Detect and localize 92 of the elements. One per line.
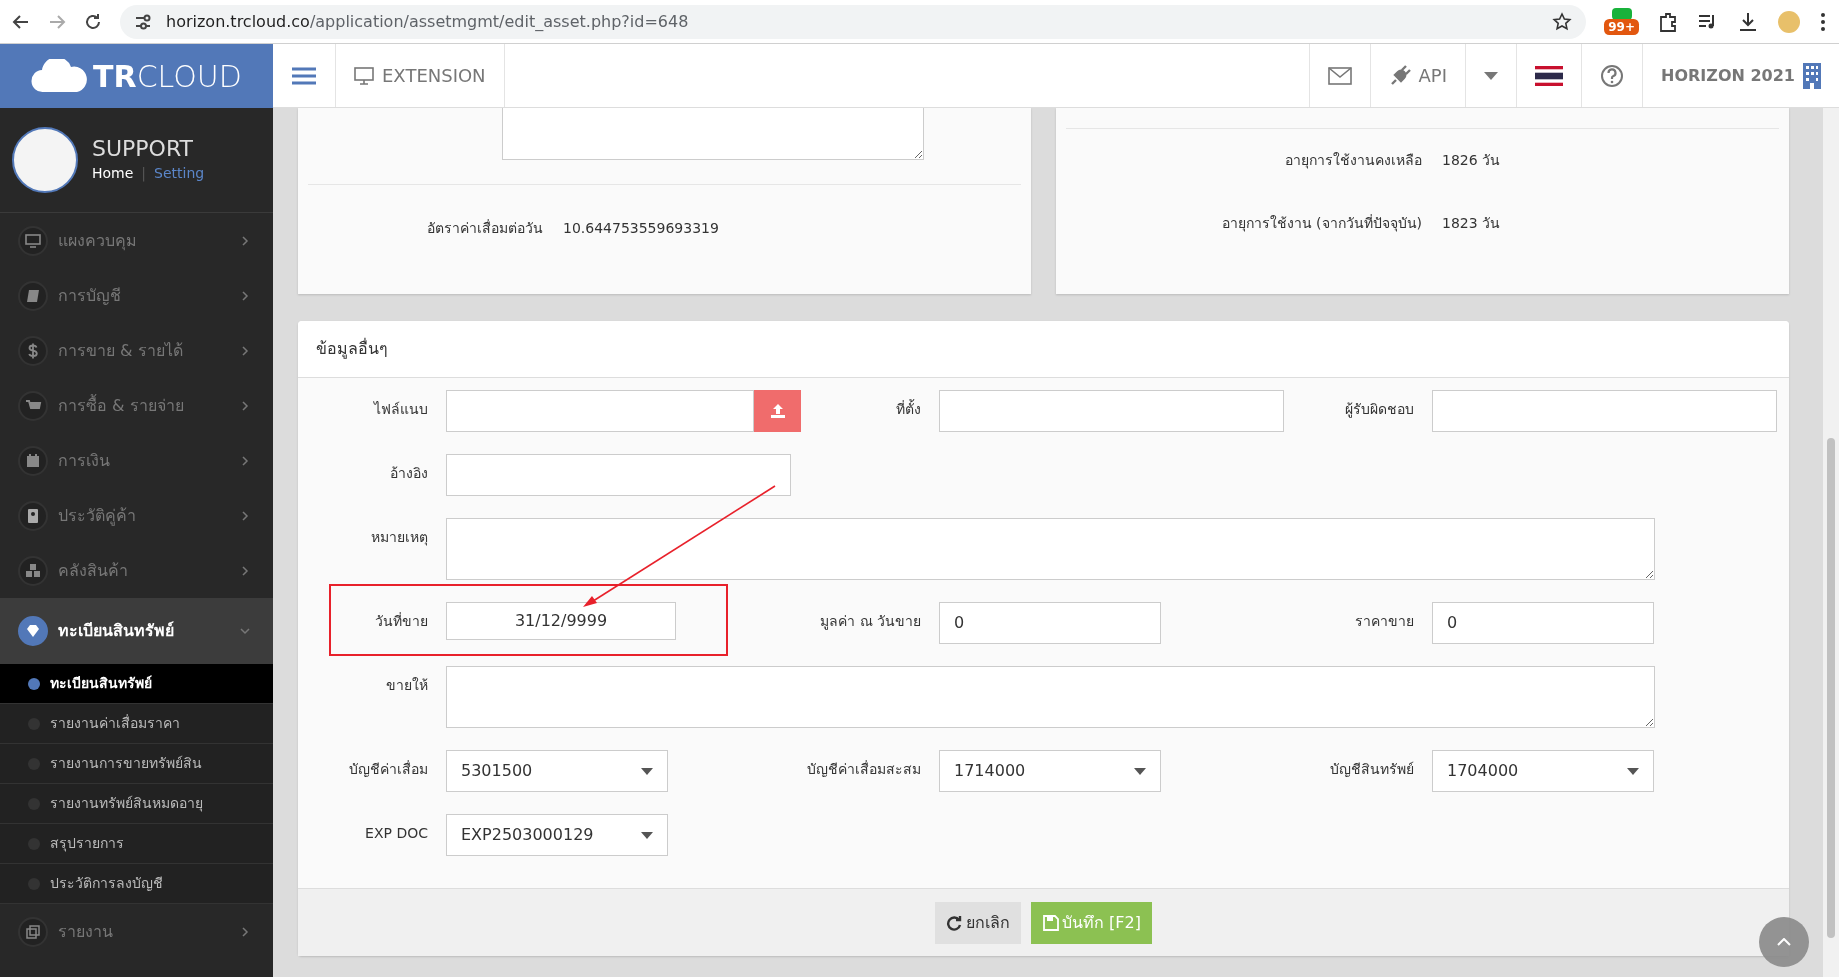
- refresh-icon: [946, 914, 962, 931]
- back-icon[interactable]: [12, 12, 30, 31]
- chevron-right-icon: [239, 399, 251, 412]
- download-icon[interactable]: [1737, 10, 1759, 33]
- submenu-item[interactable]: รายงานการขายทรัพย์สิน: [0, 744, 273, 784]
- chevron-right-icon: [239, 925, 251, 938]
- mail-icon: [1327, 66, 1352, 85]
- input-field[interactable]: [1432, 390, 1777, 432]
- caret-icon: [1627, 767, 1639, 775]
- reload-icon[interactable]: [84, 12, 102, 31]
- select-field[interactable]: 1704000: [1432, 750, 1654, 792]
- chevron-down-icon: [239, 625, 251, 637]
- select-field[interactable]: EXP2503000129: [446, 814, 668, 856]
- submenu-item[interactable]: ประวัติการลงบัญชี: [0, 864, 273, 904]
- field-label: อ้างอิง: [389, 464, 428, 483]
- puzzle-icon[interactable]: [1657, 10, 1679, 33]
- field-label: อายุการใช้งาน (จากวันที่ปัจจุบัน): [1220, 213, 1422, 234]
- field-label: วันที่ขาย: [374, 611, 428, 631]
- field-label: EXP DOC: [364, 824, 428, 843]
- logo-text: TRCLOUD: [93, 57, 242, 96]
- field-label: บัญชีสินทรัพย์: [1329, 760, 1414, 779]
- submenu-item[interactable]: ทะเบียนสินทรัพย์: [0, 664, 273, 704]
- chevron-right-icon: [239, 344, 251, 357]
- panel-title: ข้อมูลอื่นๆ: [298, 321, 1789, 378]
- chevron-right-icon: [239, 564, 251, 577]
- input-field[interactable]: [939, 390, 1284, 432]
- field-label: อายุการใช้งานคงเหลือ: [1284, 151, 1422, 171]
- menu-item[interactable]: ทะเบียนสินทรัพย์: [0, 598, 273, 664]
- input-field[interactable]: 0: [1432, 602, 1654, 644]
- field-value: 1823 วัน: [1442, 214, 1501, 233]
- cloud-icon: [31, 59, 90, 93]
- select-field[interactable]: 5301500: [446, 750, 668, 792]
- floppy-icon: [1042, 914, 1059, 931]
- field-label: ขายให้: [385, 676, 428, 695]
- field-label: อัตราค่าเสื่อมต่อวัน: [426, 218, 543, 238]
- company-button[interactable]: HORIZON 2021: [1642, 44, 1839, 107]
- submenu-item[interactable]: รายงานค่าเสื่อมราคา: [0, 704, 273, 744]
- chat-extension-icon[interactable]: [1611, 8, 1632, 20]
- field-label: บัญชีค่าเสื่อมสะสม: [806, 759, 921, 779]
- file-field[interactable]: [446, 390, 754, 432]
- textarea-field[interactable]: [446, 666, 1655, 728]
- caret-icon: [641, 831, 653, 839]
- select-field[interactable]: 1714000: [939, 750, 1161, 792]
- textarea-field[interactable]: [502, 108, 924, 160]
- menu-icon: [292, 65, 316, 86]
- site-settings-icon[interactable]: [134, 12, 152, 31]
- input-field[interactable]: [446, 454, 791, 496]
- field-label: ผู้รับผิดชอบ: [1344, 400, 1414, 420]
- home-link[interactable]: Home: [92, 162, 134, 184]
- caret-icon: [1134, 767, 1146, 775]
- chevron-right-icon: [239, 509, 251, 522]
- textarea-field[interactable]: [446, 518, 1655, 580]
- submenu-item[interactable]: สรุปรายการ: [0, 824, 273, 864]
- chevron-right-icon: [239, 454, 251, 467]
- setting-link[interactable]: Setting: [154, 162, 205, 184]
- user-name: SUPPORT: [92, 136, 195, 163]
- field-label: หมายเหตุ: [370, 528, 428, 548]
- field-value: 10.644753559693319: [563, 219, 719, 238]
- more-icon[interactable]: [1819, 10, 1827, 33]
- input-field[interactable]: 0: [939, 602, 1161, 644]
- link-separator: |: [141, 163, 147, 184]
- api-button[interactable]: API: [1369, 44, 1466, 107]
- monitor-icon: [354, 66, 374, 85]
- field-label: ราคาขาย: [1354, 612, 1414, 631]
- star-icon[interactable]: [1552, 11, 1573, 32]
- chevron-up-icon: [1777, 938, 1791, 946]
- logo[interactable]: TRCLOUD: [0, 44, 273, 108]
- field-label: ที่ตั้ง: [895, 398, 921, 419]
- field-value: 1826 วัน: [1442, 151, 1501, 170]
- input-field[interactable]: 31/12/9999: [446, 602, 676, 640]
- field-label: มูลค่า ณ วันขาย: [819, 612, 921, 632]
- upload-button[interactable]: [754, 390, 801, 432]
- upload-icon: [769, 403, 786, 419]
- address-bar[interactable]: horizon.trcloud.co/application/assetmgmt/edit_asset.php?id=648: [120, 4, 1587, 39]
- scrollbar-thumb[interactable]: [1827, 438, 1835, 938]
- scroll-top-button[interactable]: [1759, 917, 1809, 967]
- submenu-item[interactable]: รายงานทรัพย์สินหมดอายุ: [0, 784, 273, 824]
- chevron-right-icon: [239, 289, 251, 302]
- help-icon: [1600, 63, 1625, 88]
- flag-icon: [1535, 65, 1564, 86]
- field-label: บัญชีค่าเสื่อม: [348, 759, 428, 779]
- field-label: ไฟล์แนบ: [372, 400, 428, 419]
- extension-button[interactable]: EXTENSION: [336, 44, 505, 107]
- caret-icon: [1484, 71, 1499, 80]
- profile-avatar-icon[interactable]: [1777, 9, 1801, 34]
- url-text[interactable]: horizon.trcloud.co/application/assetmgmt/edit_asset.php?id=648: [166, 9, 689, 34]
- caret-icon: [641, 767, 653, 775]
- forward-icon[interactable]: [48, 12, 66, 31]
- cancel-button[interactable]: ยกเลิก: [934, 901, 1021, 944]
- chevron-right-icon: [239, 234, 251, 247]
- building-icon: [1803, 62, 1821, 89]
- extension-badge: 99+: [1604, 19, 1639, 35]
